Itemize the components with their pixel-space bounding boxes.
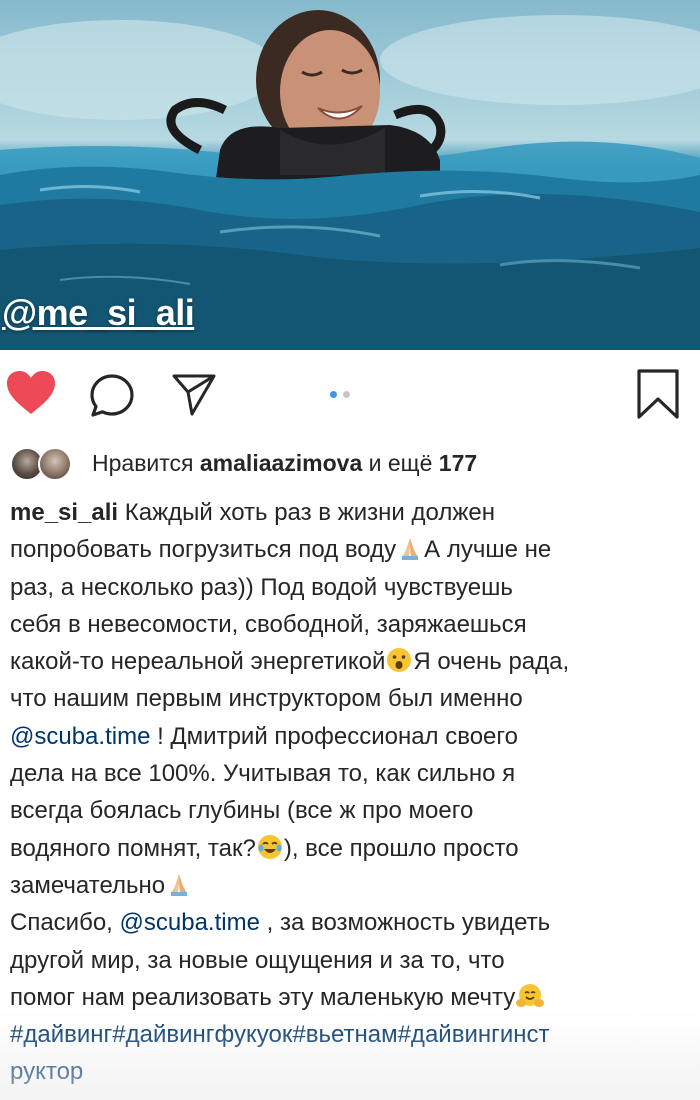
caption-line: другой мир, за новые ощущения и за то, ч… — [10, 942, 690, 979]
caption-line: руктор — [10, 1053, 690, 1090]
caption-text: А лучше не — [424, 536, 552, 564]
likes-middle: и ещё — [368, 449, 433, 476]
mention-link[interactable]: @scuba.time — [10, 723, 150, 750]
caption-text: раз, а несколько раз)) Под водой чувству… — [10, 573, 513, 601]
share-button[interactable] — [172, 372, 216, 416]
hugging-face-emoji — [516, 983, 545, 1007]
caption-username[interactable]: me_si_ali — [10, 499, 118, 526]
likes-summary: Нравится amaliaazimova и ещё 177 — [92, 450, 477, 477]
comment-button[interactable] — [88, 372, 136, 420]
caption-text: Спасибо, — [10, 909, 120, 937]
caption-text: дела на все 100%. Учитывая то, как сильн… — [10, 760, 516, 788]
caption-text: Я очень рада, — [413, 648, 570, 676]
caption-line: всегда боялась глубины (все ж про моего — [10, 792, 690, 829]
caption-line: дела на все 100%. Учитывая то, как сильн… — [10, 755, 690, 792]
caption-line: замечательно — [10, 867, 690, 904]
caption-text: ), все прошло просто — [283, 834, 519, 862]
bookmark-icon — [637, 369, 679, 419]
post-caption: me_si_ali Каждый хоть раз в жизни должен… — [10, 494, 690, 1091]
caption-text: всегда боялась глубины (все ж про моего — [10, 797, 474, 825]
like-button[interactable] — [6, 370, 56, 416]
caption-text: , за возможность увидеть — [259, 909, 551, 937]
caption-line: попробовать погрузиться под воду А лучше … — [10, 531, 690, 568]
surprised-face-emoji — [387, 648, 412, 673]
caption-line: водяного помнят, так? ), все прошло прост… — [10, 830, 690, 867]
comment-bubble-icon — [90, 374, 134, 417]
carousel-indicator — [330, 391, 360, 399]
likes-prefix: Нравится — [92, 449, 194, 476]
post-photo[interactable]: @me_si_ali — [0, 0, 700, 350]
carousel-dot — [343, 391, 350, 398]
caption-text: попробовать погрузиться под воду — [10, 536, 397, 564]
caption-line: помог нам реализовать эту маленькую мечт… — [10, 979, 690, 1016]
likes-count[interactable]: 177 — [439, 450, 477, 476]
caption-line: Спасибо, @scuba.time , за возможность ув… — [10, 904, 690, 941]
caption-text: другой мир, за новые ощущения и за то, ч… — [10, 946, 505, 974]
caption-line: какой-то нереальной энергетикой Я очень р… — [10, 643, 690, 680]
caption-text: замечательно — [10, 871, 166, 899]
caption-line: @scuba.time ! Дмитрий профессионал своег… — [10, 718, 690, 755]
praying-hands-emoji — [402, 538, 419, 561]
save-button[interactable] — [636, 368, 680, 420]
photo-mention-overlay[interactable]: @me_si_ali — [2, 292, 195, 334]
post-action-bar — [0, 350, 700, 440]
avatar — [38, 447, 72, 481]
caption-text: помог нам реализовать эту маленькую мечт… — [10, 983, 516, 1011]
caption-text: себя в невесомости, свободной, заряжаешь… — [10, 610, 527, 638]
likes-row[interactable]: Нравится amaliaazimova и ещё 177 — [10, 443, 477, 483]
praying-hands-emoji — [171, 873, 188, 896]
paper-plane-icon — [172, 374, 216, 416]
mention-link[interactable]: @scuba.time — [120, 909, 260, 936]
tears-of-joy-emoji — [257, 834, 282, 859]
caption-line: себя в невесомости, свободной, заряжаешь… — [10, 606, 690, 643]
caption-text: Каждый хоть раз в жизни должен — [118, 499, 495, 526]
caption-text: какой-то нереальной энергетикой — [10, 648, 386, 676]
caption-line: раз, а несколько раз)) Под водой чувству… — [10, 569, 690, 606]
hashtags[interactable]: руктор — [10, 1058, 83, 1085]
heart-filled-icon — [7, 371, 55, 414]
liker-avatars — [10, 443, 80, 483]
caption-text: ! Дмитрий профессионал своего — [150, 722, 518, 750]
caption-line: me_si_ali Каждый хоть раз в жизни должен — [10, 494, 690, 531]
liker-username[interactable]: amaliaazimova — [200, 450, 362, 476]
carousel-dot-active — [330, 391, 337, 398]
caption-line: что нашим первым инструктором был именно — [10, 680, 690, 717]
caption-text: водяного помнят, так? — [10, 834, 256, 862]
caption-text: что нашим первым инструктором был именно — [10, 685, 523, 713]
caption-line: #дайвинг#дайвингфукуок#вьетнам#дайвингин… — [10, 1016, 690, 1053]
hashtags[interactable]: #дайвинг#дайвингфукуок#вьетнам#дайвингин… — [10, 1021, 550, 1048]
